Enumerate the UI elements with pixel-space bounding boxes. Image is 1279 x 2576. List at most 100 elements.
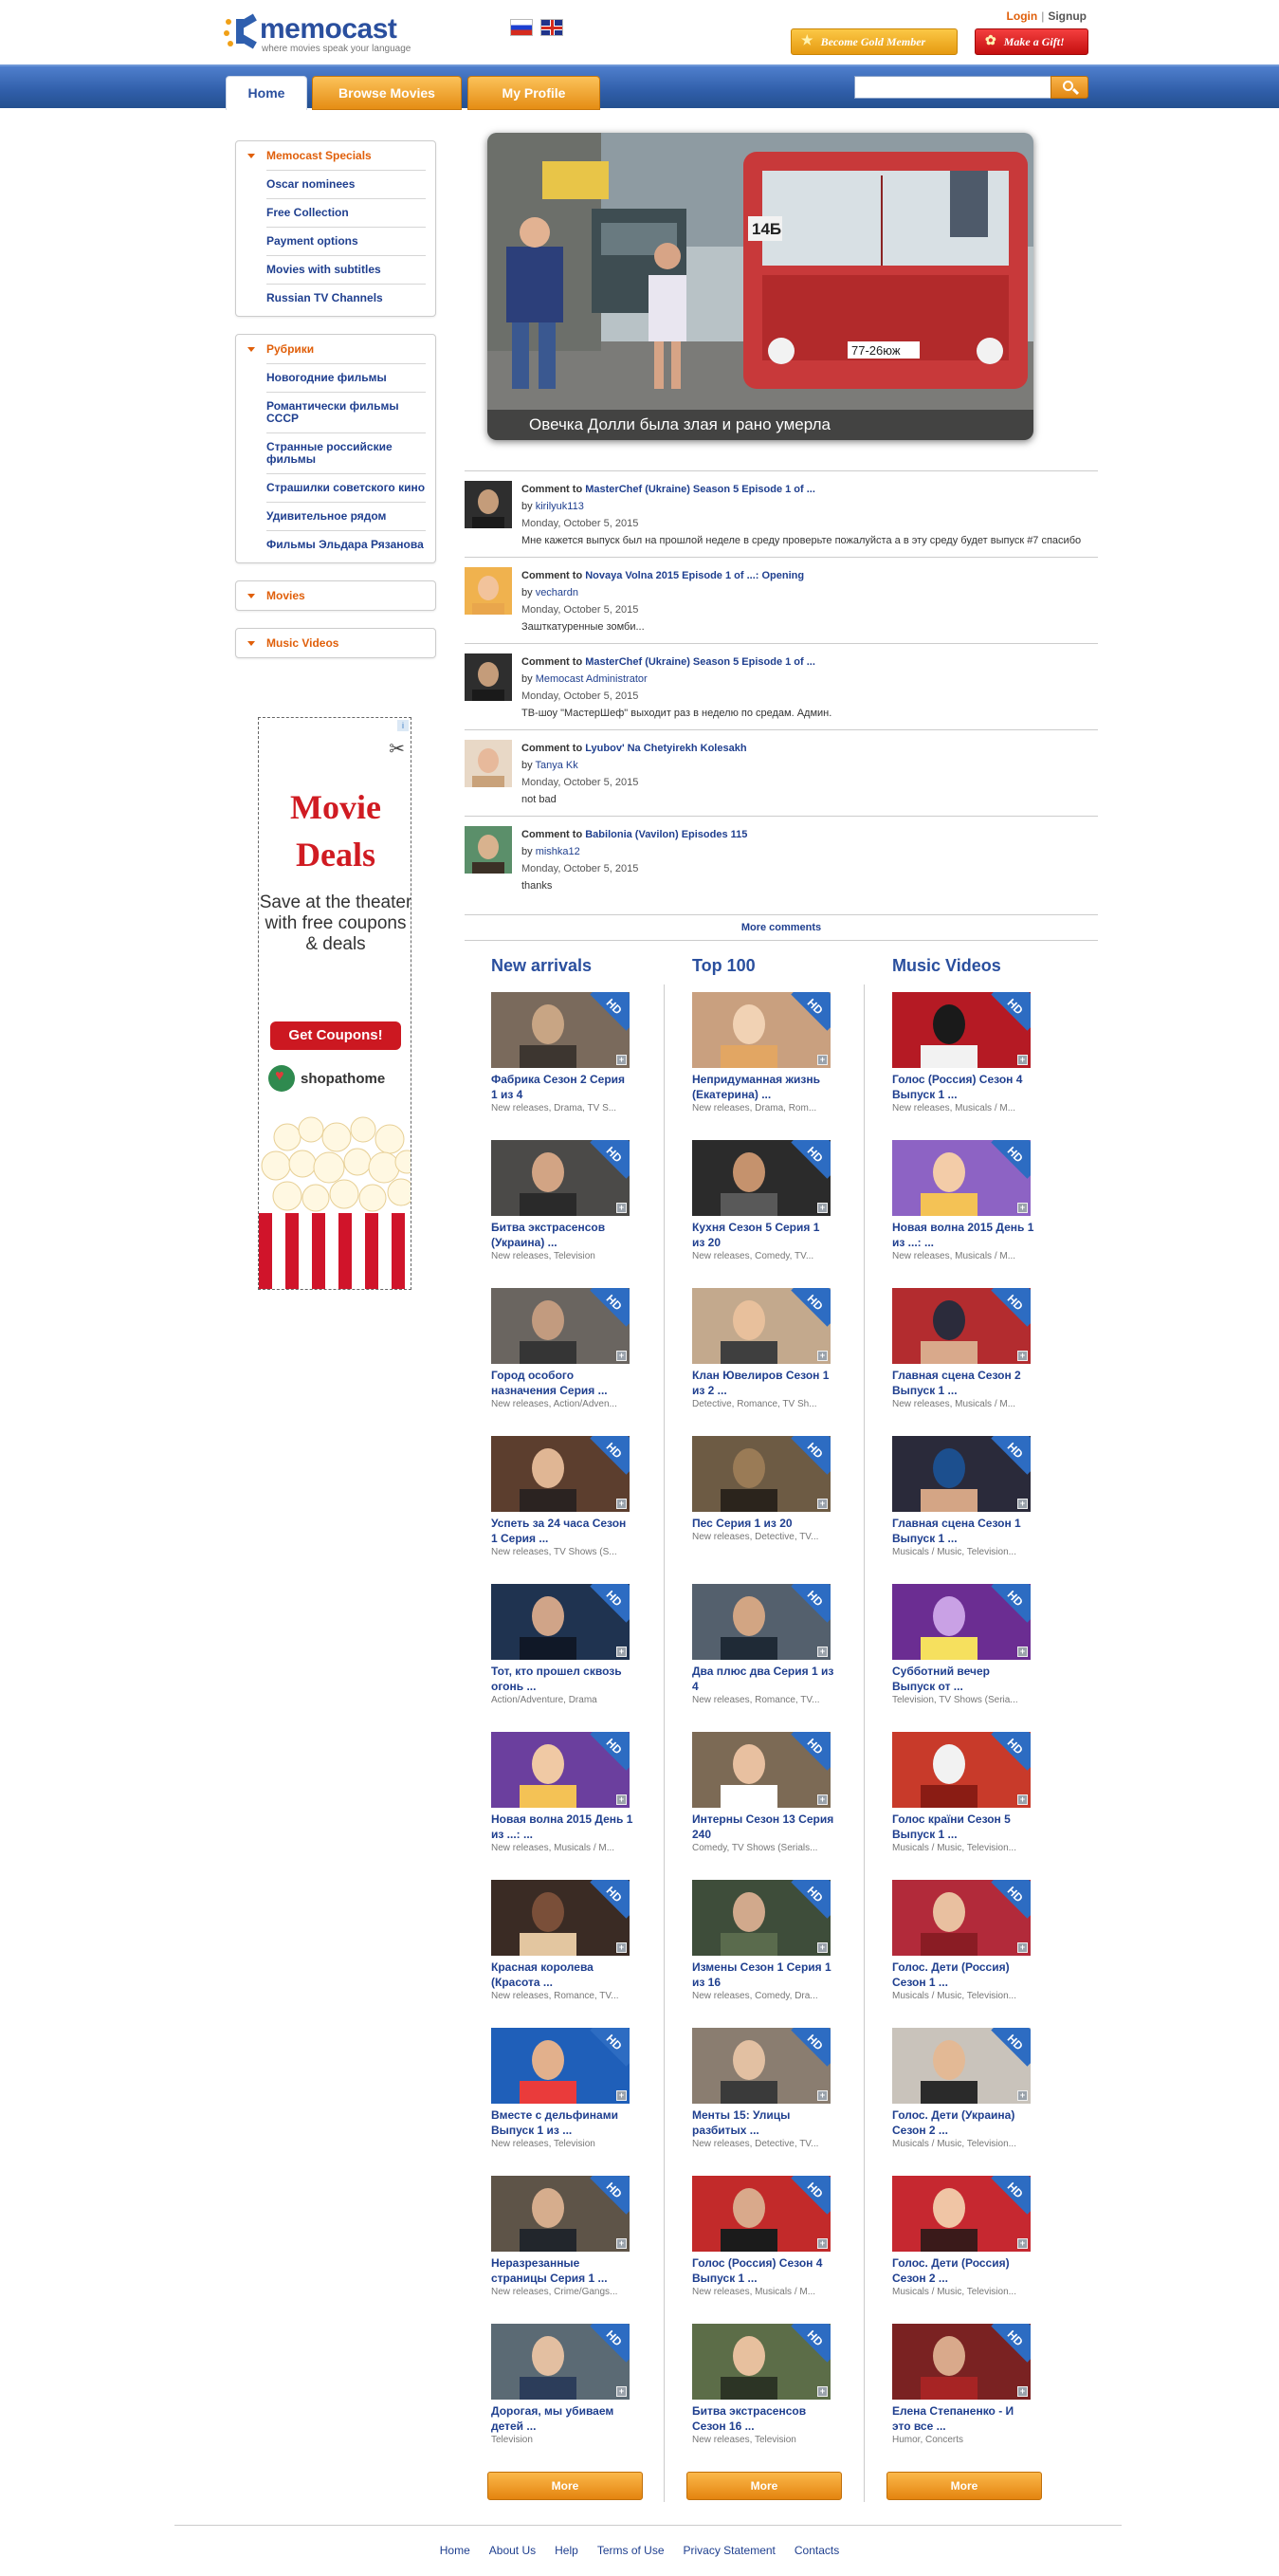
comment-movie-link[interactable]: MasterChef (Ukraine) Season 5 Episode 1 … [585,656,815,668]
movie-thumbnail[interactable]: HD + [892,1140,1031,1216]
sidebar-link[interactable]: Романтически фильмы СССР [266,392,426,432]
movie-card[interactable]: HD + Голос (Россия) Сезон 4 Выпуск 1 ... Ne… [892,984,1080,1132]
movie-card[interactable]: HD + Новая волна 2015 День 1 из ...: ... Ne… [491,1724,679,1872]
sidebar-link[interactable]: Странные российские фильмы [266,432,426,473]
movie-title-link[interactable]: Фабрика Сезон 2 Серия 1 из 4 [491,1072,633,1102]
sidebar-section-header[interactable]: Music Videos [236,629,435,657]
footer-link[interactable]: Privacy Statement [684,2544,776,2557]
add-to-list-icon[interactable]: + [817,1794,828,1805]
tab-home[interactable]: Home [226,76,307,110]
movie-title-link[interactable]: Голос (Россия) Сезон 4 Выпуск 1 ... [892,1072,1034,1102]
add-to-list-icon[interactable]: + [1017,1203,1028,1213]
english-flag-icon[interactable] [540,19,563,36]
add-to-list-icon[interactable]: + [1017,1351,1028,1361]
movie-thumbnail[interactable]: HD + [892,1880,1031,1956]
movie-thumbnail[interactable]: HD + [491,1288,630,1364]
add-to-list-icon[interactable]: + [817,2090,828,2101]
sidebar-link[interactable]: Фильмы Эльдара Рязанова [266,530,426,559]
add-to-list-icon[interactable]: + [817,1351,828,1361]
movie-thumbnail[interactable]: HD + [892,2028,1031,2104]
movie-title-link[interactable]: Голос. Дети (Украина) Сезон 2 ... [892,2107,1034,2138]
comment-movie-link[interactable]: Lyubov' Na Chetyirekh Kolesakh [585,743,746,754]
movie-card[interactable]: HD + Клан Ювелиров Сезон 1 из 2 ... Detecti… [692,1280,880,1428]
movie-thumbnail[interactable]: HD + [892,1732,1031,1808]
tab-browse-movies[interactable]: Browse Movies [312,76,462,110]
movie-card[interactable]: HD + Красная королева (Красота ... New rele… [491,1872,679,2020]
movie-title-link[interactable]: Голос (Россия) Сезон 4 Выпуск 1 ... [692,2255,834,2286]
movie-card[interactable]: HD + Голос (Россия) Сезон 4 Выпуск 1 ... Ne… [692,2168,880,2316]
movie-card[interactable]: HD + Елена Степаненко - И это все ... Humor… [892,2316,1080,2464]
movie-thumbnail[interactable]: HD + [892,1436,1031,1512]
add-to-list-icon[interactable]: + [616,1794,627,1805]
add-to-list-icon[interactable]: + [817,1942,828,1953]
add-to-list-icon[interactable]: + [817,1499,828,1509]
movie-thumbnail[interactable]: HD + [692,1880,831,1956]
comment-user-link[interactable]: kirilyuk113 [536,501,584,512]
movie-thumbnail[interactable]: HD + [692,2176,831,2252]
movie-thumbnail[interactable]: HD + [892,2324,1031,2400]
add-to-list-icon[interactable]: + [817,1647,828,1657]
featured-slider[interactable]: 77-26юж 14Б Овечка Долли была злая и ран… [487,133,1033,440]
movie-card[interactable]: HD + Фабрика Сезон 2 Серия 1 из 4 New relea… [491,984,679,1132]
movie-thumbnail[interactable]: HD + [491,1436,630,1512]
add-to-list-icon[interactable]: + [616,2238,627,2249]
more-button[interactable]: More [487,2472,643,2500]
user-avatar[interactable] [465,481,512,528]
add-to-list-icon[interactable]: + [616,1942,627,1953]
movie-thumbnail[interactable]: HD + [491,1584,630,1660]
ad-choices-icon[interactable]: i [397,720,409,731]
add-to-list-icon[interactable]: + [1017,2090,1028,2101]
movie-title-link[interactable]: Непридуманная жизнь (Екатерина) ... [692,1072,834,1102]
movie-title-link[interactable]: Интерны Сезон 13 Серия 240 [692,1812,834,1842]
movie-thumbnail[interactable]: HD + [892,1584,1031,1660]
movie-title-link[interactable]: Дорогая, мы убиваем детей ... [491,2403,633,2434]
sidebar-link[interactable]: Новогодние фильмы [266,363,426,392]
user-avatar[interactable] [465,740,512,787]
sidebar-section-header[interactable]: Movies [236,581,435,610]
movie-thumbnail[interactable]: HD + [491,2028,630,2104]
movie-card[interactable]: HD + Успеть за 24 часа Сезон 1 Серия ... Ne… [491,1428,679,1576]
become-gold-member-button[interactable]: ★ Become Gold Member [791,28,958,55]
sidebar-section-header[interactable]: Рубрики [236,335,435,363]
footer-link[interactable]: Help [555,2544,578,2557]
login-link[interactable]: Login [1007,9,1038,23]
add-to-list-icon[interactable]: + [1017,1647,1028,1657]
footer-link[interactable]: Terms of Use [597,2544,665,2557]
movie-card[interactable]: HD + Менты 15: Улицы разбитых ... New relea… [692,2020,880,2168]
add-to-list-icon[interactable]: + [1017,1499,1028,1509]
movie-card[interactable]: HD + Интерны Сезон 13 Серия 240 Comedy, TV … [692,1724,880,1872]
movie-thumbnail[interactable]: HD + [692,1288,831,1364]
add-to-list-icon[interactable]: + [616,1203,627,1213]
movie-title-link[interactable]: Менты 15: Улицы разбитых ... [692,2107,834,2138]
russian-flag-icon[interactable] [510,19,533,36]
column-title[interactable]: Music Videos [892,947,1080,984]
sidebar-link[interactable]: Payment options [266,227,426,255]
comment-movie-link[interactable]: Novaya Volna 2015 Episode 1 of ...: Open… [585,570,804,581]
comment-user-link[interactable]: Tanya Kk [535,760,577,771]
comment-movie-link[interactable]: Babilonia (Vavilon) Episodes 115 [585,829,747,840]
movie-card[interactable]: HD + Голос. Дети (Украина) Сезон 2 ... Musi… [892,2020,1080,2168]
comment-movie-link[interactable]: MasterChef (Ukraine) Season 5 Episode 1 … [585,484,815,495]
movie-card[interactable]: HD + Непридуманная жизнь (Екатерина) ... Ne… [692,984,880,1132]
sidebar-link[interactable]: Oscar nominees [266,170,426,198]
add-to-list-icon[interactable]: + [616,1499,627,1509]
movie-title-link[interactable]: Неразрезанные страницы Серия 1 ... [491,2255,633,2286]
footer-link[interactable]: Home [440,2544,470,2557]
add-to-list-icon[interactable]: + [1017,1794,1028,1805]
column-title[interactable]: Top 100 [692,947,880,984]
movie-card[interactable]: HD + Тот, кто прошел сквозь огонь ... Actio… [491,1576,679,1724]
column-title[interactable]: New arrivals [491,947,679,984]
movie-card[interactable]: HD + Голос. Дети (Россия) Сезон 1 ... Music… [892,1872,1080,2020]
movie-thumbnail[interactable]: HD + [892,992,1031,1068]
movie-thumbnail[interactable]: HD + [892,2176,1031,2252]
advertisement[interactable]: i ✂ Movie Deals Save at the theater with… [258,717,411,1290]
movie-card[interactable]: HD + Новая волна 2015 День 1 из ...: ... Ne… [892,1132,1080,1280]
movie-card[interactable]: HD + Вместе с дельфинами Выпуск 1 из ... Ne… [491,2020,679,2168]
make-a-gift-button[interactable]: ✿ Make a Gift! [975,28,1088,55]
movie-title-link[interactable]: Клан Ювелиров Сезон 1 из 2 ... [692,1368,834,1398]
movie-card[interactable]: HD + Битва экстрасенсов Сезон 16 ... New re… [692,2316,880,2464]
tab-my-profile[interactable]: My Profile [467,76,600,110]
movie-card[interactable]: HD + Два плюс два Серия 1 из 4 New releases… [692,1576,880,1724]
sidebar-section-header[interactable]: Memocast Specials [236,141,435,170]
add-to-list-icon[interactable]: + [616,1351,627,1361]
